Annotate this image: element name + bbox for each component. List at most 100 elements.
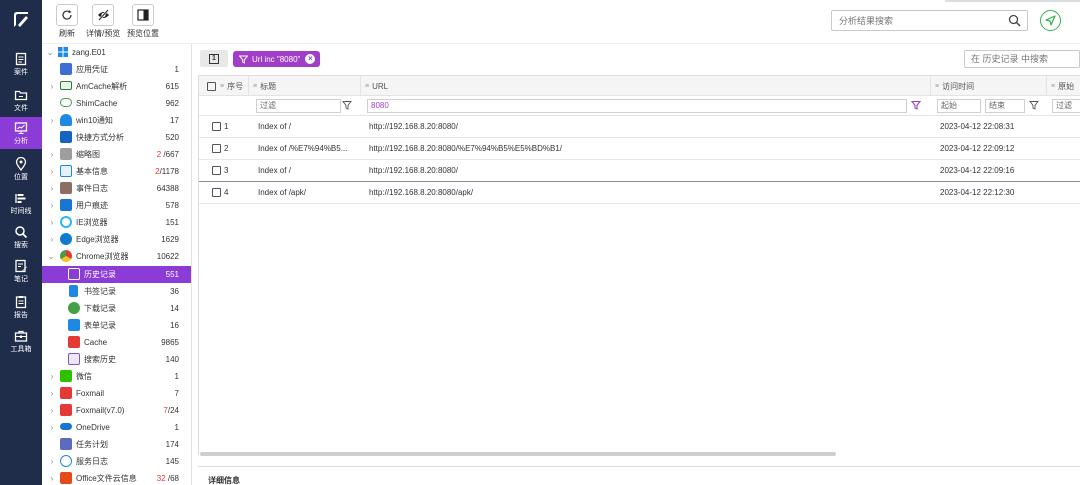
preview-position-button[interactable]: 预览位置 xyxy=(127,4,159,39)
nav-search[interactable]: 搜索 xyxy=(0,221,42,253)
nav-report-label: 报告 xyxy=(14,311,28,319)
url-filter-input[interactable]: 8080 xyxy=(367,99,907,113)
detail-preview-button-box[interactable] xyxy=(92,4,115,26)
table-row[interactable]: 3 Index of / http://192.168.8.20:8080/ 2… xyxy=(199,160,1080,182)
analysis-search-input[interactable] xyxy=(832,11,1002,30)
filter-icon[interactable] xyxy=(342,100,352,110)
tree-item-chrome-bookmarks[interactable]: 书签记录 36 xyxy=(42,283,191,300)
tree-item-shimcache[interactable]: ShimCache 962 xyxy=(42,95,191,112)
nav-report[interactable]: 报告 xyxy=(0,291,42,323)
col-last-header[interactable]: ≡ 原始 xyxy=(1047,76,1080,96)
tree-item-foxmail7[interactable]: › Foxmail(v7.0) 7/24 xyxy=(42,402,191,419)
chevron-right-icon[interactable]: › xyxy=(48,167,56,176)
wechat-icon xyxy=(60,370,72,382)
preview-position-button-box[interactable] xyxy=(132,4,154,26)
service-icon xyxy=(60,455,72,467)
tree-item-chrome-forms[interactable]: 表单记录 16 xyxy=(42,317,191,334)
col-seq-header[interactable]: ≡ 序号 xyxy=(199,76,249,96)
nav-analysis[interactable]: 分析 xyxy=(0,117,42,149)
select-all-checkbox[interactable] xyxy=(207,81,216,91)
chevron-right-icon[interactable]: › xyxy=(48,218,56,227)
title-filter-input[interactable]: 过滤 xyxy=(256,99,341,113)
chevron-right-icon[interactable]: › xyxy=(48,184,56,193)
tree-item-service-log[interactable]: › 服务日志 145 xyxy=(42,453,191,470)
tree-item-shortcut[interactable]: 快捷方式分析 520 xyxy=(42,129,191,146)
tree-item-ie[interactable]: › IE浏览器 151 xyxy=(42,214,191,231)
time-end-filter[interactable]: 结束 xyxy=(985,99,1025,113)
tree-item-label: IE浏览器 xyxy=(76,218,108,227)
tree-item-user-traces[interactable]: › 用户痕迹 578 xyxy=(42,197,191,214)
tree-item-chrome-cache[interactable]: Cache 9865 xyxy=(42,334,191,351)
tree-item-count: 9865 xyxy=(161,338,179,347)
col-visit-time-header[interactable]: ≡ 访问时间 xyxy=(931,76,1047,96)
last-col-filter-input[interactable]: 过滤 xyxy=(1052,99,1080,113)
filter-active-icon[interactable] xyxy=(911,100,921,110)
table-row[interactable]: 4 Index of /apk/ http://192.168.8.20:808… xyxy=(199,182,1080,204)
chevron-right-icon[interactable]: › xyxy=(48,474,56,483)
chevron-right-icon[interactable]: › xyxy=(48,150,56,159)
search-icon[interactable] xyxy=(1008,14,1021,27)
nav-location[interactable]: 位置 xyxy=(0,153,42,185)
tree-item-app-credential[interactable]: 应用凭证 1 xyxy=(42,61,191,78)
tree-item-foxmail[interactable]: › Foxmail 7 xyxy=(42,385,191,402)
tree-item-office-cloud[interactable]: › Office文件云信息 32 /68 xyxy=(42,470,191,485)
nav-timeline[interactable]: 时间线 xyxy=(0,187,42,219)
row-checkbox[interactable] xyxy=(212,166,221,175)
refresh-button[interactable]: 刷新 xyxy=(56,4,78,39)
timeline-icon xyxy=(15,193,26,203)
history-search-box[interactable] xyxy=(964,50,1080,68)
tree-item-count: 7 xyxy=(174,389,179,398)
refresh-button-box[interactable] xyxy=(56,4,78,26)
chevron-right-icon[interactable]: › xyxy=(48,116,56,125)
tree-item-event-log[interactable]: › 事件日志 64388 xyxy=(42,180,191,197)
tree-item-win10-notify[interactable]: › win10通知 17 xyxy=(42,112,191,129)
note-icon xyxy=(15,259,27,272)
close-icon[interactable]: × xyxy=(305,54,316,64)
table-row[interactable]: 2 Index of /%E7%94%B5... http://192.168.… xyxy=(199,138,1080,160)
chevron-right-icon[interactable]: › xyxy=(48,82,56,91)
tree-item-amcache[interactable]: › AmCache解析 615 xyxy=(42,78,191,95)
chevron-right-icon[interactable]: › xyxy=(48,389,56,398)
horizontal-scrollbar[interactable] xyxy=(200,452,836,456)
detail-preview-button[interactable]: 详情/预览 xyxy=(86,4,120,39)
chevron-right-icon[interactable]: › xyxy=(48,457,56,466)
tree-item-edge[interactable]: › Edge浏览器 1629 xyxy=(42,231,191,248)
filter-icon[interactable] xyxy=(1029,100,1039,110)
nav-notes[interactable]: 笔记 xyxy=(0,255,42,287)
filter-chip[interactable]: Url inc "8080" × xyxy=(233,51,321,67)
chevron-down-icon[interactable]: ⌄ xyxy=(46,48,54,57)
tree-item-count: 2 /667 xyxy=(157,150,179,159)
chevron-down-icon[interactable]: ⌄ xyxy=(47,252,55,261)
row-checkbox[interactable] xyxy=(212,122,221,131)
tree-item-onedrive[interactable]: › OneDrive 1 xyxy=(42,419,191,436)
credential-icon xyxy=(60,63,72,75)
chevron-right-icon[interactable]: › xyxy=(48,372,56,381)
chevron-right-icon[interactable]: › xyxy=(48,406,56,415)
tree-item-chrome-history[interactable]: 历史记录 551 xyxy=(42,266,191,283)
tree-item-chrome-search-history[interactable]: 搜索历史 140 xyxy=(42,351,191,368)
task-icon xyxy=(60,438,72,450)
nav-files[interactable]: 文件 xyxy=(0,84,42,116)
col-url-header[interactable]: ≡ URL xyxy=(361,76,931,96)
row-checkbox[interactable] xyxy=(212,188,221,197)
nav-toolbox[interactable]: 工具箱 xyxy=(0,325,42,357)
tree-item-chrome[interactable]: ⌄ Chrome浏览器 10622 xyxy=(42,248,191,265)
tree-item-basic-info[interactable]: › 基本信息 2/1178 xyxy=(42,163,191,180)
tree-item-wechat[interactable]: › 微信 1 xyxy=(42,368,191,385)
table-row[interactable]: 1 Index of / http://192.168.8.20:8080/ 2… xyxy=(199,116,1080,138)
analysis-search-box[interactable] xyxy=(831,10,1028,31)
nav-case[interactable]: 案件 xyxy=(0,48,42,80)
chevron-right-icon[interactable]: › xyxy=(48,235,56,244)
send-button[interactable] xyxy=(1040,10,1061,31)
chevron-right-icon[interactable]: › xyxy=(48,423,56,432)
chevron-right-icon[interactable]: › xyxy=(48,201,56,210)
col-title-header[interactable]: ≡ 标题 xyxy=(249,76,361,96)
time-start-filter[interactable]: 起始 xyxy=(937,99,981,113)
tree-item-thumbnail[interactable]: › 缩略图 2 /667 xyxy=(42,146,191,163)
page-number-button[interactable]: 1 xyxy=(200,50,228,67)
history-search-input[interactable] xyxy=(965,51,1075,67)
tree-root[interactable]: ⌄ zang.E01 xyxy=(42,44,191,61)
tree-item-chrome-downloads[interactable]: 下载记录 14 xyxy=(42,300,191,317)
row-checkbox[interactable] xyxy=(212,144,221,153)
tree-item-task-scheduler[interactable]: 任务计划 174 xyxy=(42,436,191,453)
